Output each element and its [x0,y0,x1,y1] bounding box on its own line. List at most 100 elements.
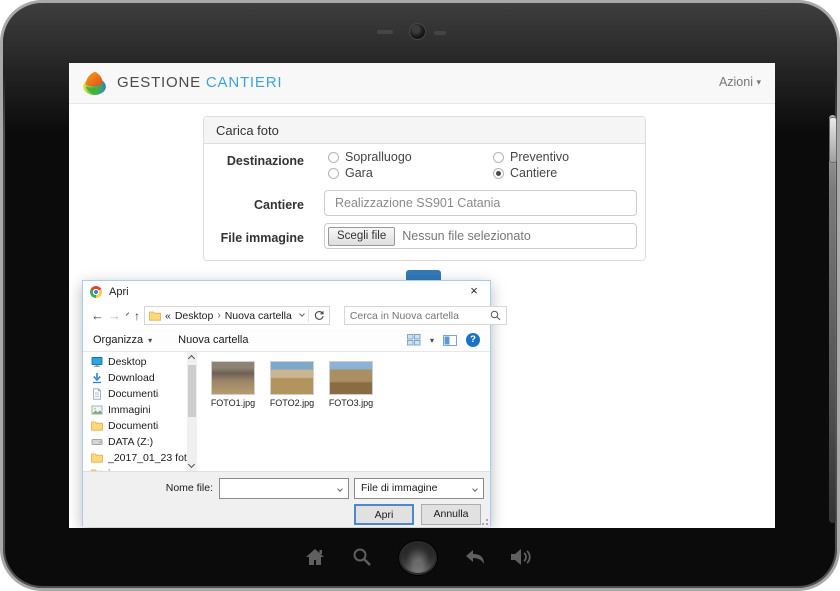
file-item-foto2[interactable]: FOTO2.jpg [268,361,316,408]
address-dropdown-chevron-icon[interactable] [299,311,305,317]
dialog-titlebar[interactable]: Apri × [83,281,490,302]
search-field[interactable] [344,306,507,325]
cantiere-input[interactable] [324,190,637,216]
picture-icon [91,404,103,416]
radio-icon [493,152,504,163]
back-arrow-icon[interactable] [464,547,486,567]
brand-word-cantieri: CANTIERI [206,74,282,91]
breadcrumb-nuova-cartella[interactable]: Nuova cartella [225,310,292,322]
filetype-select[interactable]: File di immagine [354,478,484,499]
dialog-toolbar: Organizza ▾ Nuova cartella ▾ [83,329,490,352]
help-icon[interactable]: ? [466,333,480,347]
view-thumbnails-icon[interactable] [407,334,421,346]
drive-icon [91,436,103,448]
radio-label: Sopralluogo [345,150,412,164]
brand[interactable]: GESTIONE CANTIERI [81,69,282,96]
preview-pane-icon[interactable] [443,335,457,346]
view-dropdown-caret-icon[interactable]: ▾ [430,336,434,345]
file-list: FOTO1.jpg FOTO2.jpg FOTO3.jpg [197,352,490,471]
choose-file-button[interactable]: Scegli file [328,227,395,246]
radio-cantiere[interactable]: Cantiere [493,166,557,180]
radio-label: Gara [345,166,373,180]
folder-icon [91,421,103,431]
radio-label: Preventivo [510,150,569,164]
file-thumbnail [211,361,255,395]
recent-locations-chevron-icon[interactable] [126,312,130,316]
home-icon[interactable] [304,547,326,567]
scroll-down-icon[interactable] [188,461,195,468]
bezel-branding-mark [377,30,393,34]
download-icon [91,372,103,384]
tablet-device: GESTIONE CANTIERI Azioni ▾ Carica foto D… [0,0,840,591]
bezel-sensor-mark [434,31,446,35]
sidebar-item-documenti[interactable]: Documenti [83,386,197,402]
carica-foto-panel: Carica foto Destinazione Sopralluogo Gar… [203,116,646,261]
dialog-nav-bar: ← → ↑ « Desktop › Nuova cartella [83,302,490,329]
refresh-icon[interactable] [313,310,325,322]
speaker-icon[interactable] [509,547,533,567]
places-sidebar: Desktop Download [83,352,197,471]
breadcrumb[interactable]: « Desktop › Nuova cartella [144,306,330,325]
file-open-dialog: Apri × ← → ↑ « Desktop › Nuova cartella [82,280,491,526]
filename-label: Nome file: [83,482,213,494]
chrome-icon [90,286,102,298]
home-hardware-button[interactable] [399,541,437,575]
destinazione-label: Destinazione [204,154,304,168]
radio-gara[interactable]: Gara [328,166,373,180]
resize-grip[interactable] [480,517,488,525]
file-status-text: Nessun file selezionato [402,229,531,243]
filename-input[interactable] [220,479,348,498]
sidebar-item-immagini[interactable]: Immagini [83,402,197,418]
radio-icon [328,152,339,163]
caret-down-icon: ▾ [148,336,152,345]
tablet-bottom-nav [3,539,837,581]
close-icon[interactable]: × [458,281,490,302]
brand-word-gestione: GESTIONE [117,74,201,91]
back-arrow-icon[interactable]: ← [91,309,104,322]
app-header: GESTIONE CANTIERI Azioni ▾ [69,63,775,104]
volume-side-button[interactable] [829,117,837,163]
breadcrumb-separator: › [217,310,220,321]
sidebar-item-documenti-folder[interactable]: Documenti [83,418,197,434]
scroll-up-icon[interactable] [188,355,195,362]
desktop-icon [91,356,103,368]
file-input[interactable]: Scegli file Nessun file selezionato [324,223,637,249]
panel-body: Destinazione Sopralluogo Gara Preventivo… [204,144,645,261]
filetype-dropdown-chevron-icon [472,486,478,492]
filetype-value: File di immagine [361,482,437,494]
scrollbar-thumb[interactable] [188,365,196,417]
front-camera [409,23,426,40]
sidebar-item-desktop[interactable]: Desktop [83,354,197,370]
forward-arrow-icon[interactable]: → [108,309,121,322]
file-item-foto3[interactable]: FOTO3.jpg [327,361,375,408]
file-thumbnail [270,361,314,395]
panel-title: Carica foto [204,117,645,144]
search-input[interactable] [345,310,490,322]
sidebar-item-download[interactable]: Download [83,370,197,386]
radio-icon [493,168,504,179]
sidebar-scrollbar[interactable] [187,352,197,471]
organizza-menu[interactable]: Organizza ▾ [93,334,152,346]
sidebar-item-2017-foto[interactable]: _2017_01_23 foto [83,450,197,466]
open-button[interactable]: Apri [354,504,414,525]
sidebar-item-data-z[interactable]: DATA (Z:) [83,434,197,450]
file-thumbnail [329,361,373,395]
actions-dropdown[interactable]: Azioni ▾ [719,75,761,89]
filename-combobox[interactable] [219,478,349,499]
dialog-title: Apri [109,286,129,298]
nuova-cartella-button[interactable]: Nuova cartella [178,334,248,346]
folder-icon [149,311,161,321]
up-arrow-icon[interactable]: ↑ [134,310,140,322]
breadcrumb-desktop[interactable]: Desktop [175,310,214,322]
search-icon[interactable] [352,547,372,567]
radio-preventivo[interactable]: Preventivo [493,150,569,164]
file-immagine-label: File immagine [204,231,304,245]
cantiere-label: Cantiere [204,198,304,212]
page-title: GESTIONE CANTIERI [117,74,282,91]
dialog-content: Desktop Download [83,352,490,471]
file-item-foto1[interactable]: FOTO1.jpg [209,361,257,408]
dialog-footer: Nome file: File di immagine Apri Annulla [83,471,490,527]
cancel-button[interactable]: Annulla [421,504,481,525]
radio-sopralluogo[interactable]: Sopralluogo [328,150,412,164]
organizza-label: Organizza [93,334,143,346]
